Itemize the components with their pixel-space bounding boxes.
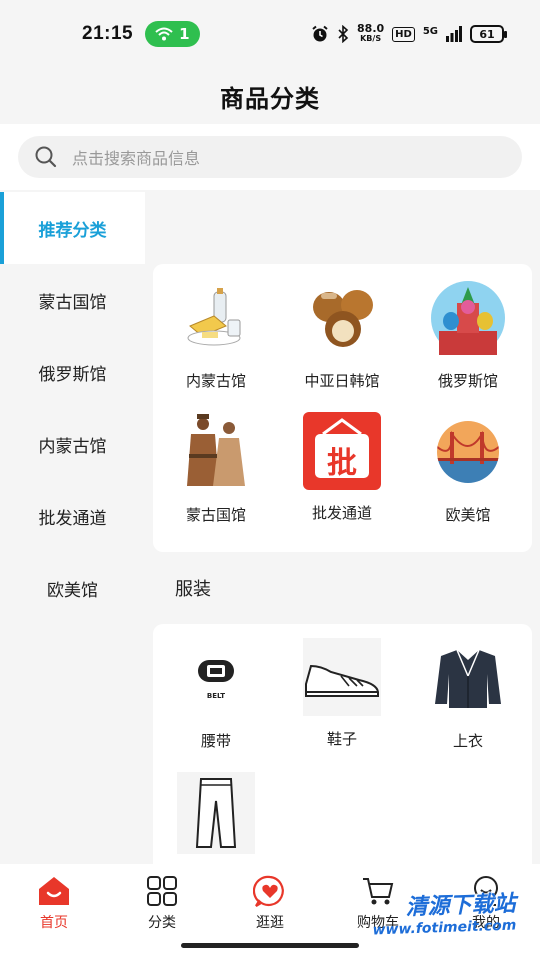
- hotspot-count: 1: [179, 25, 190, 43]
- sidebar-item-label: 推荐分类: [38, 220, 107, 241]
- sidebar-item-label: 俄罗斯馆: [38, 364, 107, 385]
- tab-label: 逛逛: [256, 915, 284, 931]
- category-sidebar: 推荐分类 蒙古国馆 俄罗斯馆 内蒙古馆 批发通道 欧美馆: [0, 192, 145, 864]
- grid-item-pants[interactable]: [153, 772, 279, 864]
- belt-icon: BELT: [176, 638, 256, 718]
- net-speed: 88.0 KB/S: [357, 22, 385, 44]
- clothes-card: BELT 腰带 鞋子 上衣: [153, 624, 532, 864]
- mongolian-people-icon: [176, 412, 256, 492]
- section-title-clothes: 服装: [175, 579, 211, 600]
- tab-home[interactable]: 首页: [0, 864, 108, 960]
- signal-bars-icon: [446, 26, 462, 42]
- sidebar-item-label: 内蒙古馆: [38, 436, 107, 457]
- grid-item-europe-america[interactable]: 欧美馆: [405, 412, 531, 546]
- wholesale-basket-icon: 批: [303, 412, 381, 490]
- grid-item-central-asia[interactable]: 中亚日韩馆: [279, 278, 405, 412]
- grid-item-label: 欧美馆: [445, 506, 491, 524]
- jacket-icon: [428, 638, 508, 718]
- hd-badge: HD: [392, 26, 415, 42]
- belt-caption: BELT: [206, 692, 226, 700]
- grid-icon: [145, 874, 179, 908]
- home-icon: [37, 874, 71, 908]
- sidebar-item-inner-mongolia[interactable]: 内蒙古馆: [0, 408, 145, 480]
- grid-item-russia[interactable]: 俄罗斯馆: [405, 278, 531, 412]
- grid-item-inner-mongolia[interactable]: 内蒙古馆: [153, 278, 279, 412]
- recommend-card: 内蒙古馆 中亚日韩馆 俄罗斯馆 蒙古国馆 批 批发通道 欧美馆: [153, 264, 532, 552]
- grid-item-shoes[interactable]: 鞋子: [279, 638, 405, 772]
- battery-indicator: 61: [470, 25, 507, 43]
- search-area: 点击搜索商品信息: [0, 124, 540, 190]
- grid-item-label: 上衣: [452, 732, 483, 750]
- category-content: 内蒙古馆 中亚日韩馆 俄罗斯馆 蒙古国馆 批 批发通道 欧美馆 服装 BELT …: [145, 192, 540, 864]
- grid-item-label: 俄罗斯馆: [437, 372, 498, 390]
- clothes-grid: BELT 腰带 鞋子 上衣: [153, 638, 532, 864]
- hotspot-pill[interactable]: 1: [145, 21, 200, 47]
- search-icon: [35, 146, 57, 168]
- sidebar-item-recommended[interactable]: 推荐分类: [0, 192, 145, 264]
- tab-label: 分类: [148, 915, 176, 931]
- net-speed-unit: KB/S: [360, 34, 382, 43]
- grid-item-label: 内蒙古馆: [185, 372, 246, 390]
- grid-item-label: 鞋子: [326, 730, 357, 748]
- grid-item-wholesale[interactable]: 批 批发通道: [279, 412, 405, 546]
- search-input[interactable]: 点击搜索商品信息: [18, 136, 522, 178]
- status-bar: 21:15 1 88.0 KB/S HD 5G 61: [0, 0, 540, 68]
- heart-chat-icon: [253, 874, 287, 908]
- sidebar-item-russia[interactable]: 俄罗斯馆: [0, 336, 145, 408]
- grid-item-belt[interactable]: BELT 腰带: [153, 638, 279, 772]
- grid-item-label: 中亚日韩馆: [304, 372, 380, 390]
- status-left: 21:15 1: [82, 21, 200, 47]
- wholesale-badge-text: 批: [327, 446, 357, 481]
- kremlin-icon: [428, 278, 508, 358]
- grid-item-label: 批发通道: [311, 504, 372, 522]
- alarm-icon: [312, 25, 328, 42]
- sidebar-item-mongolia[interactable]: 蒙古国馆: [0, 264, 145, 336]
- watermark: 清源下载站 www.fotimeit.com: [371, 886, 516, 939]
- watermark-text: 清源下载站: [405, 891, 517, 921]
- wifi-hotspot-icon: [155, 27, 173, 41]
- dairy-icon: [176, 278, 256, 358]
- signal-label: 5G: [422, 26, 438, 37]
- sidebar-item-wholesale[interactable]: 批发通道: [0, 480, 145, 552]
- golden-gate-icon: [428, 412, 508, 492]
- sidebar-item-europe-america[interactable]: 欧美馆: [0, 552, 145, 624]
- page-header: 商品分类: [0, 68, 540, 124]
- recommend-grid: 内蒙古馆 中亚日韩馆 俄罗斯馆 蒙古国馆 批 批发通道 欧美馆: [153, 278, 532, 546]
- bluetooth-icon: [338, 25, 349, 43]
- grid-item-tops[interactable]: 上衣: [405, 638, 531, 772]
- clock-time: 21:15: [82, 23, 134, 44]
- battery-level: 61: [479, 27, 495, 41]
- search-placeholder: 点击搜索商品信息: [72, 149, 201, 168]
- status-right: 88.0 KB/S HD 5G 61: [311, 22, 507, 44]
- tab-label: 首页: [40, 915, 68, 931]
- grid-item-label: 蒙古国馆: [185, 506, 246, 524]
- pants-icon: [177, 772, 255, 854]
- grid-item-label: 腰带: [200, 732, 231, 750]
- sidebar-item-label: 蒙古国馆: [38, 292, 107, 313]
- shoe-icon: [303, 638, 381, 716]
- sidebar-item-label: 欧美馆: [47, 580, 98, 601]
- net-speed-value: 88.0: [357, 22, 385, 35]
- page-title: 商品分类: [220, 84, 320, 113]
- hazelnut-icon: [302, 278, 382, 358]
- grid-item-mongolia[interactable]: 蒙古国馆: [153, 412, 279, 546]
- home-indicator[interactable]: [181, 943, 359, 948]
- sidebar-item-label: 批发通道: [38, 508, 107, 529]
